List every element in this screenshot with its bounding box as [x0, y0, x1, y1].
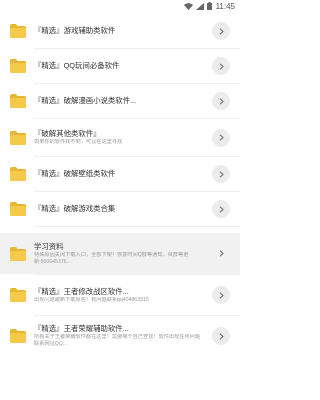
list-item-text: 『精选』破解游戏类合集 [34, 204, 204, 214]
chevron-right-icon[interactable] [212, 92, 230, 110]
chevron-right-icon[interactable] [212, 327, 230, 345]
folder-icon [10, 59, 26, 73]
list-item[interactable]: 『破解其他类软件』 如果你的软件找不到，可以在这里寻找 [0, 119, 240, 156]
folder-icon [10, 24, 26, 38]
chevron-right-icon[interactable] [212, 200, 230, 218]
list-item-subtitle: 出现闪退跟新下载原包！有问题联系qq404863915 [34, 296, 149, 303]
list-item-title: 『精选』游戏辅助类软件 [34, 26, 116, 35]
divider [34, 226, 240, 227]
list-item-text: 『精选』QQ玩间必备软件 [34, 61, 204, 71]
folder-icon [10, 130, 26, 145]
list-item-title: 『精选』破解漫画小说类软件... [34, 96, 137, 105]
list-item-subtitle: 所有关于王者荣耀软件都在这里！需要哪个自己查找！软件出现任何问题联系网址QQ..… [34, 334, 201, 347]
chevron-right-icon[interactable] [212, 245, 230, 263]
list-item-title: 『精选』破解游戏类合集 [34, 204, 116, 213]
list-item-title: 『精选』王者修改战区软件... [34, 286, 129, 296]
list-item[interactable]: 『精选』王者荣耀辅助软件... 所有关于王者荣耀软件都在这里！需要哪个自己查找！… [0, 316, 240, 356]
list-item-title: 学习资料 [34, 241, 64, 251]
list-item-text: 『精选』王者荣耀辅助软件... 所有关于王者荣耀软件都在这里！需要哪个自己查找！… [34, 324, 204, 348]
list-item[interactable]: 『精选』破解壁纸类软件 [0, 157, 240, 191]
chevron-right-icon[interactable] [212, 165, 230, 183]
screen: 11:45 『精选』游戏辅助类软件 『精选』QQ玩间必备软件 『精选』破解漫画小… [0, 0, 240, 400]
list-item-subtitle: 如果你的软件找不到，可以在这里寻找 [34, 139, 123, 145]
battery-icon [206, 2, 212, 10]
list-item-title: 『精选』王者荣耀辅助软件... [34, 324, 129, 333]
chevron-right-icon[interactable] [212, 286, 230, 304]
chevron-right-icon[interactable] [212, 57, 230, 75]
signal-icon [195, 2, 204, 10]
folder-icon [10, 246, 26, 261]
status-bar: 11:45 [0, 0, 240, 12]
list-item[interactable]: 『精选』游戏辅助类软件 [0, 14, 240, 48]
list-item[interactable]: 『精选』QQ玩间必备软件 [0, 49, 240, 83]
list-item-text: 『精选』破解壁纸类软件 [34, 169, 204, 179]
list-item[interactable]: 『精选』王者修改战区软件... 出现闪退跟新下载原包！有问题联系qq404863… [0, 275, 240, 315]
list-item[interactable]: 『精选』破解漫画小说类软件... [0, 84, 240, 118]
list-item-text: 『精选』破解漫画小说类软件... [34, 96, 204, 106]
list-item-text: 『精选』游戏辅助类软件 [34, 26, 204, 36]
list-item-title: 『破解其他类软件』 [34, 129, 101, 138]
list-item[interactable]: 『精选』破解游戏类合集 [0, 192, 240, 226]
folder-icon [10, 288, 26, 302]
list-item-title: 『精选』QQ玩间必备软件 [34, 61, 120, 70]
list-item-text: 学习资料 特殊原因关闭下载入口，全部下架！恢复时间Q群等通知，目群等更新:560… [34, 242, 204, 266]
wifi-icon [183, 2, 193, 10]
folder-icon [10, 167, 26, 181]
app-list: 『精选』游戏辅助类软件 『精选』QQ玩间必备软件 『精选』破解漫画小说类软件..… [0, 14, 240, 356]
folder-icon [10, 94, 26, 108]
list-item-text: 『精选』王者修改战区软件... 出现闪退跟新下载原包！有问题联系qq404863… [34, 287, 204, 304]
list-item-title: 『精选』破解壁纸类软件 [34, 169, 116, 178]
status-time: 11:45 [215, 1, 235, 11]
list-item[interactable]: 学习资料 特殊原因关闭下载入口，全部下架！恢复时间Q群等通知，目群等更新:560… [0, 233, 240, 274]
folder-icon [10, 329, 26, 343]
folder-icon [10, 202, 26, 216]
chevron-right-icon[interactable] [212, 22, 230, 40]
list-item-text: 『破解其他类软件』 如果你的软件找不到，可以在这里寻找 [34, 129, 204, 146]
list-item-subtitle: 特殊原因关闭下载入口，全部下架！恢复时间Q群等通知，目群等更新:56064537… [34, 251, 189, 265]
chevron-right-icon[interactable] [212, 128, 230, 147]
